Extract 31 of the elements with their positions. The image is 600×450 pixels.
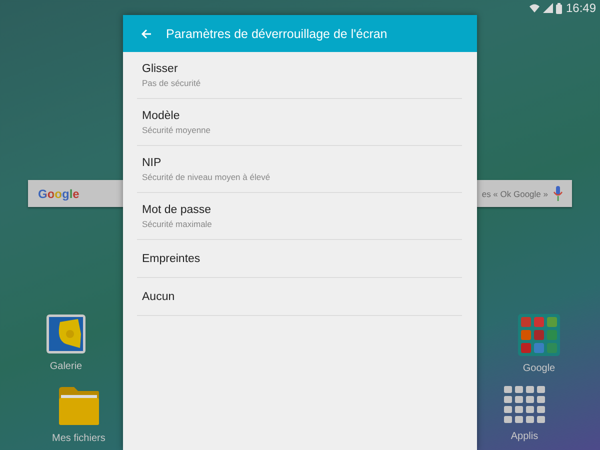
folder-icon[interactable]	[58, 386, 100, 426]
app-label: Galerie	[50, 361, 82, 372]
app-label: Applis	[510, 431, 538, 442]
option-title: Glisser	[142, 62, 179, 74]
unlock-option[interactable]: Empreintes	[137, 240, 462, 278]
dialog-title: Paramètres de déverrouillage de l'écran	[166, 26, 388, 40]
app-label: Google	[522, 363, 556, 374]
unlock-option[interactable]: Mot de passe Sécurité maximale	[137, 193, 462, 240]
google-logo: Google	[38, 186, 80, 200]
option-subtitle: Sécurité maximale	[142, 218, 213, 228]
option-title: Modèle	[142, 110, 181, 122]
signal-icon	[542, 3, 553, 13]
clock-time: 16:49	[566, 1, 596, 15]
back-arrow-icon[interactable]	[141, 28, 152, 38]
option-title: Empreintes	[142, 252, 202, 264]
unlock-option[interactable]: Aucun	[137, 278, 462, 316]
unlock-option[interactable]: NIP Sécurité de niveau moyen à élevé	[137, 146, 462, 193]
option-subtitle: Sécurité de niveau moyen à élevé	[142, 172, 272, 182]
option-title: Aucun	[142, 290, 176, 302]
option-subtitle: Sécurité moyenne	[142, 124, 212, 134]
option-subtitle: Pas de sécurité	[142, 78, 202, 88]
app-label: Mes fichiers	[52, 433, 106, 444]
battery-icon	[556, 2, 562, 14]
microphone-icon	[553, 186, 563, 201]
app-grid-icon[interactable]	[504, 386, 545, 424]
wifi-icon	[528, 3, 540, 13]
unlock-option[interactable]: Glisser Pas de sécurité	[137, 52, 462, 99]
app-folder-icon[interactable]	[518, 314, 560, 356]
unlock-option[interactable]: Modèle Sécurité moyenne	[137, 99, 462, 146]
option-title: NIP	[142, 156, 162, 168]
search-hint: es « Ok Google »	[482, 188, 548, 198]
